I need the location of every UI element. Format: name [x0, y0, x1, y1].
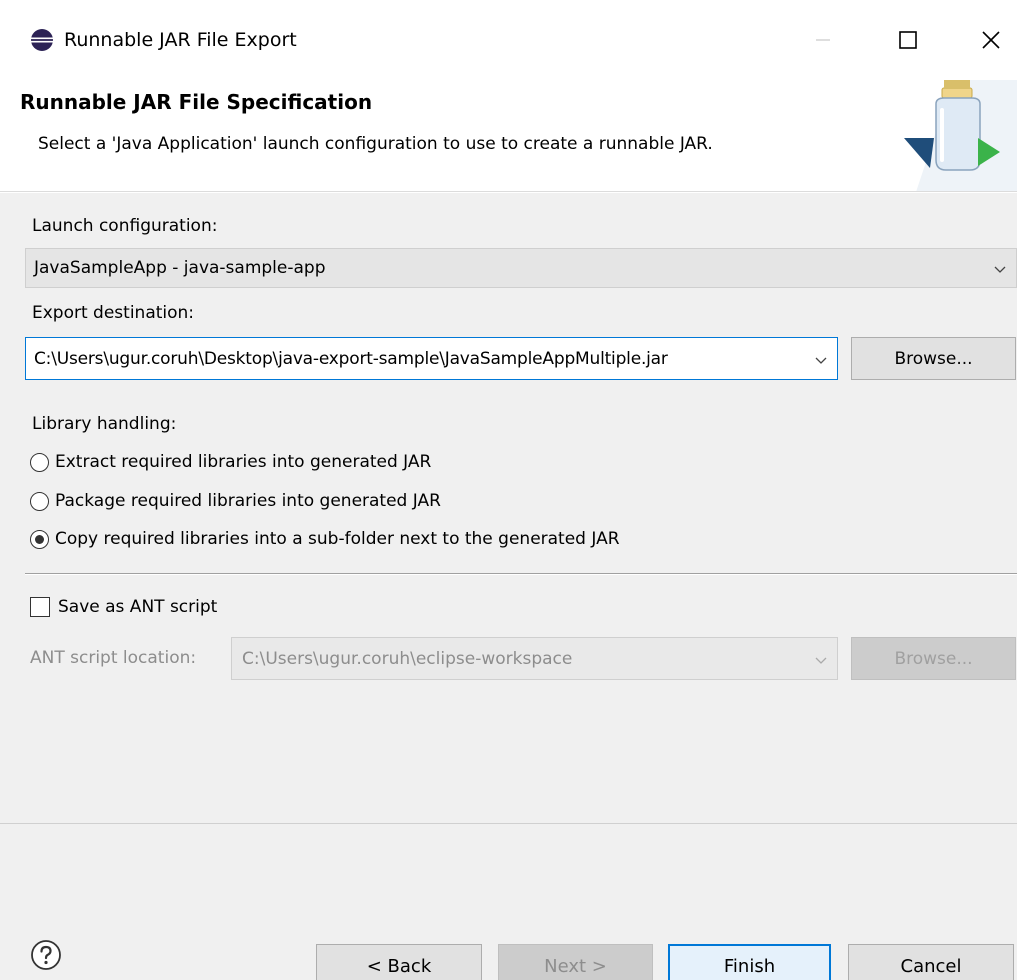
- ant-script-location-value: C:\Users\ugur.coruh\eclipse-workspace: [242, 649, 573, 669]
- eclipse-icon: [31, 29, 53, 51]
- wizard-header: Runnable JAR File Specification Select a…: [0, 80, 1017, 192]
- radio-button-selected[interactable]: [30, 529, 49, 549]
- radio-label: Copy required libraries into a sub-folde…: [55, 529, 620, 549]
- launch-config-value: JavaSampleApp - java-sample-app: [34, 258, 326, 278]
- chevron-down-icon: [815, 357, 827, 364]
- radio-label: Package required libraries into generate…: [55, 491, 441, 511]
- wizard-footer: < Back Next > Finish Cancel: [0, 823, 1017, 980]
- help-icon[interactable]: [30, 939, 62, 971]
- ant-browse-button: Browse...: [851, 637, 1016, 680]
- library-handling-label: Library handling:: [32, 414, 177, 434]
- chevron-down-icon: [994, 266, 1006, 273]
- radio-button[interactable]: [30, 491, 49, 511]
- radio-extract-libraries[interactable]: Extract required libraries into generate…: [30, 449, 431, 475]
- ant-script-location-label: ANT script location:: [30, 648, 197, 668]
- minimize-icon: [816, 39, 830, 41]
- close-icon: [982, 31, 1000, 49]
- jar-export-icon: [904, 80, 1017, 191]
- wizard-content: Launch configuration: JavaSampleApp - ja…: [0, 193, 1017, 823]
- radio-label: Extract required libraries into generate…: [55, 452, 432, 472]
- back-button[interactable]: < Back: [316, 944, 482, 980]
- export-destination-label: Export destination:: [32, 303, 195, 323]
- minimize-button[interactable]: [800, 18, 846, 62]
- next-button: Next >: [498, 944, 653, 980]
- export-destination-input[interactable]: C:\Users\ugur.coruh\Desktop\java-export-…: [25, 337, 838, 380]
- launch-config-label: Launch configuration:: [32, 216, 218, 236]
- export-browse-button[interactable]: Browse...: [851, 337, 1016, 380]
- radio-copy-libraries[interactable]: Copy required libraries into a sub-folde…: [30, 526, 620, 552]
- save-ant-script-checkbox-row[interactable]: Save as ANT script: [30, 594, 217, 620]
- finish-button[interactable]: Finish: [668, 944, 831, 980]
- close-button[interactable]: [968, 18, 1014, 62]
- launch-config-select[interactable]: JavaSampleApp - java-sample-app: [25, 248, 1017, 288]
- chevron-down-icon: [815, 657, 827, 664]
- title-bar: Runnable JAR File Export: [0, 0, 1017, 80]
- page-title: Runnable JAR File Specification: [20, 90, 373, 114]
- radio-button[interactable]: [30, 452, 49, 472]
- save-ant-script-label: Save as ANT script: [58, 597, 218, 617]
- maximize-button[interactable]: [885, 18, 931, 62]
- separator: [25, 573, 1017, 575]
- radio-package-libraries[interactable]: Package required libraries into generate…: [30, 488, 441, 514]
- page-description: Select a 'Java Application' launch confi…: [38, 134, 713, 154]
- save-ant-script-checkbox[interactable]: [30, 597, 50, 617]
- cancel-button[interactable]: Cancel: [848, 944, 1014, 980]
- maximize-icon: [899, 31, 917, 49]
- ant-script-location-input: C:\Users\ugur.coruh\eclipse-workspace: [231, 637, 838, 680]
- export-destination-value: C:\Users\ugur.coruh\Desktop\java-export-…: [34, 349, 668, 369]
- window-title: Runnable JAR File Export: [64, 29, 297, 51]
